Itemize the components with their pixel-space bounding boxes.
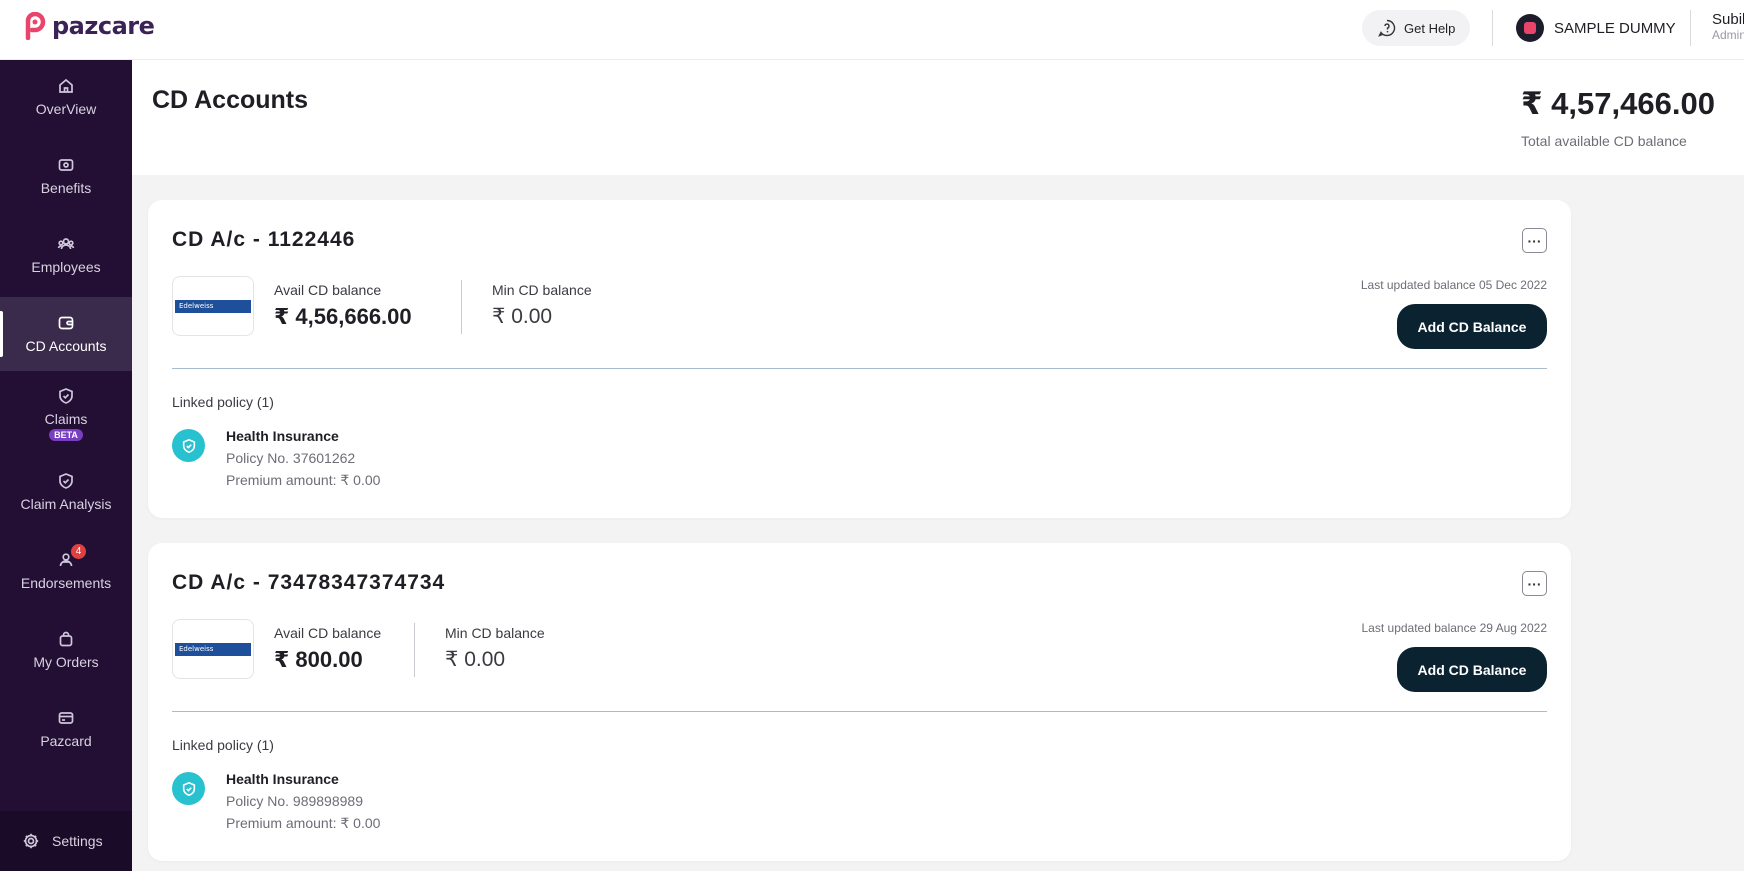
linked-policy-label: Linked policy (1): [172, 737, 274, 753]
account-menu[interactable]: Subil Admin: [1712, 11, 1744, 42]
bag-icon: [59, 631, 73, 647]
cd-account-title: CD A/c - 1122446: [172, 228, 356, 251]
sidebar-item-label: Claim Analysis: [20, 496, 112, 512]
edelweiss-logo-icon: Edelweiss: [175, 642, 251, 656]
divider: [172, 711, 1547, 712]
divider: [414, 623, 415, 677]
policy-premium: Premium amount: ₹ 0.00: [226, 472, 381, 488]
sidebar-item-overview[interactable]: OverView: [0, 60, 132, 134]
min-cd-balance-label: Min CD balance: [445, 625, 545, 641]
bank-logo: Edelweiss: [172, 619, 254, 679]
pazcare-logo-icon: [25, 12, 46, 40]
settings-label: Settings: [52, 833, 103, 849]
last-updated-text: Last updated balance 05 Dec 2022: [1360, 278, 1547, 292]
people-icon: [57, 238, 75, 250]
notification-badge: 4: [71, 544, 86, 559]
divider: [461, 280, 462, 334]
account-name: Subil: [1712, 11, 1744, 28]
sidebar-item-label: OverView: [35, 101, 97, 117]
help-icon: [1378, 19, 1396, 37]
last-updated-text: Last updated balance 29 Aug 2022: [1361, 621, 1548, 635]
shield-check-icon: [59, 473, 73, 489]
sidebar-item-label: Employees: [31, 259, 101, 275]
shield-check-icon: [59, 388, 73, 404]
add-cd-balance-button[interactable]: Add CD Balance: [1397, 647, 1547, 692]
add-cd-balance-button[interactable]: Add CD Balance: [1397, 304, 1547, 349]
cd-account-card: CD A/c - 73478347374734 ··· Edelweiss Av…: [148, 543, 1571, 861]
policy-number: Policy No. 989898989: [226, 793, 363, 809]
sidebar-item-claims[interactable]: Claims BETA: [0, 372, 132, 456]
page-title: CD Accounts: [152, 86, 309, 114]
sidebar-item-label: Benefits: [40, 180, 92, 196]
linked-policy-label: Linked policy (1): [172, 394, 274, 410]
benefits-icon: [58, 159, 74, 171]
sidebar-item-settings[interactable]: Settings: [0, 811, 132, 871]
page-header: CD Accounts ₹ 4,57,466.00 Total availabl…: [132, 60, 1744, 175]
sidebar-item-label: Pazcard: [40, 733, 92, 749]
cd-account-title: CD A/c - 73478347374734: [172, 571, 446, 594]
cd-account-card: CD A/c - 1122446 ··· Edelweiss Avail CD …: [148, 200, 1571, 518]
sidebar-item-cd-accounts[interactable]: CD Accounts: [0, 297, 132, 371]
wallet-icon: [58, 316, 74, 330]
card-icon: [58, 712, 74, 724]
policy-shield-icon: [172, 429, 205, 462]
sidebar-item-label: Claims: [44, 411, 88, 427]
avail-cd-balance-label: Avail CD balance: [274, 282, 382, 298]
min-cd-balance-value: ₹ 0.00: [492, 305, 553, 328]
top-bar: pazcare Get Help SAMPLE DUMMY Subil Admi…: [0, 0, 1744, 60]
company-name: SAMPLE DUMMY: [1554, 19, 1676, 37]
total-cd-balance: ₹ 4,57,466.00: [1521, 86, 1715, 121]
sidebar-item-claim-analysis[interactable]: Claim Analysis: [0, 455, 132, 529]
policy-number: Policy No. 37601262: [226, 450, 356, 466]
policy-shield-icon: [172, 772, 205, 805]
divider: [172, 368, 1547, 369]
account-role: Admin: [1712, 27, 1744, 42]
total-cd-balance-label: Total available CD balance: [1521, 133, 1687, 149]
logo-text: pazcare: [52, 12, 155, 40]
min-cd-balance-label: Min CD balance: [492, 282, 592, 298]
policy-premium: Premium amount: ₹ 0.00: [226, 815, 381, 831]
sidebar-item-benefits[interactable]: Benefits: [0, 139, 132, 213]
sidebar-item-label: My Orders: [33, 654, 99, 670]
get-help-button[interactable]: Get Help: [1362, 10, 1470, 46]
get-help-label: Get Help: [1404, 20, 1456, 36]
sidebar-item-label: CD Accounts: [25, 338, 107, 354]
company-switcher[interactable]: SAMPLE DUMMY: [1516, 14, 1676, 42]
min-cd-balance-value: ₹ 0.00: [445, 648, 506, 671]
avail-cd-balance-value: ₹ 800.00: [274, 647, 363, 672]
sidebar: OverView Benefits Employees CD Accounts …: [0, 60, 132, 871]
gear-icon: [23, 833, 39, 849]
avail-cd-balance-label: Avail CD balance: [274, 625, 382, 641]
home-icon: [59, 78, 73, 93]
sidebar-item-employees[interactable]: Employees: [0, 218, 132, 292]
divider: [1690, 10, 1691, 46]
sidebar-item-endorsements[interactable]: Endorsements 4: [0, 534, 132, 608]
sidebar-item-pazcard[interactable]: Pazcard: [0, 692, 132, 766]
sidebar-item-my-orders[interactable]: My Orders: [0, 613, 132, 687]
company-avatar: [1516, 14, 1544, 42]
more-options-button[interactable]: ···: [1522, 571, 1547, 596]
more-options-button[interactable]: ···: [1522, 228, 1547, 253]
beta-badge: BETA: [49, 429, 83, 441]
sidebar-item-label: Endorsements: [20, 575, 112, 591]
avail-cd-balance-value: ₹ 4,56,666.00: [274, 304, 412, 329]
pazcare-logo[interactable]: pazcare: [22, 12, 155, 40]
policy-name[interactable]: Health Insurance: [226, 771, 339, 787]
edelweiss-logo-icon: Edelweiss: [175, 299, 251, 313]
bank-logo: Edelweiss: [172, 276, 254, 336]
divider: [1492, 10, 1493, 46]
policy-name[interactable]: Health Insurance: [226, 428, 339, 444]
